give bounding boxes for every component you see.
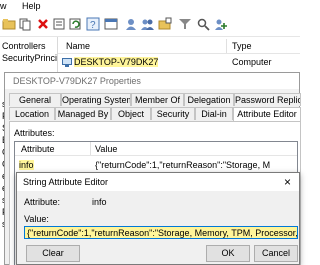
tab-object[interactable]: Object xyxy=(111,107,151,120)
delete-icon[interactable] xyxy=(36,17,50,31)
list-item-name: DESKTOP-V79DK27 xyxy=(74,57,159,67)
close-icon[interactable]: × xyxy=(284,175,291,189)
properties-icon[interactable] xyxy=(52,17,66,31)
computer-icon xyxy=(62,58,72,69)
column-header-attribute[interactable]: Attribute xyxy=(21,144,55,154)
string-attribute-editor-dialog: String Attribute Editor × Attribute: inf… xyxy=(16,172,300,265)
column-header-type[interactable]: Type xyxy=(232,41,252,51)
attribute-value: {"returnCode":1,"returnReason":"Storage,… xyxy=(95,160,271,170)
clear-button[interactable]: Clear xyxy=(26,245,80,262)
attribute-name: info xyxy=(19,160,34,170)
tree-item-controllers[interactable]: Controllers xyxy=(2,41,46,51)
menu-view[interactable]: w xyxy=(0,1,7,11)
table-row[interactable]: info {"returnCode":1,"returnReason":"Sto… xyxy=(15,159,297,171)
user-icon[interactable] xyxy=(124,17,138,31)
copy-icon[interactable] xyxy=(18,17,32,31)
filter-icon[interactable] xyxy=(178,17,192,31)
list-item-type: Computer xyxy=(232,57,272,67)
value-field[interactable]: {"returnCode":1,"returnReason":"Storage,… xyxy=(24,226,298,239)
find-icon[interactable] xyxy=(196,17,210,31)
tab-member-of[interactable]: Member Of xyxy=(131,93,184,106)
add-to-group-icon[interactable] xyxy=(214,17,228,31)
tab-attribute-editor[interactable]: Attribute Editor xyxy=(233,107,301,121)
cancel-button[interactable]: Cancel xyxy=(254,245,298,262)
attributes-label: Attributes: xyxy=(14,128,55,138)
editor-titlebar: String Attribute Editor × xyxy=(17,173,299,191)
column-header-value[interactable]: Value xyxy=(95,144,117,154)
tree-item-security-principals[interactable]: SecurityPrinci xyxy=(2,53,57,63)
tab-security[interactable]: Security xyxy=(151,107,195,120)
menu-help[interactable]: Help xyxy=(22,1,41,11)
refresh-icon[interactable] xyxy=(68,17,82,31)
tab-general[interactable]: General xyxy=(9,93,61,106)
value-field-text: {"returnCode":1,"returnReason":"Storage,… xyxy=(27,228,298,238)
list-header: Name Type xyxy=(58,38,300,54)
column-header-name[interactable]: Name xyxy=(66,41,90,51)
folder-icon[interactable] xyxy=(2,17,16,31)
tab-location[interactable]: Location xyxy=(9,107,55,120)
value-label: Value: xyxy=(24,214,49,224)
editor-title: String Attribute Editor xyxy=(23,177,109,187)
toolbar: ? xyxy=(0,13,300,37)
tab-password-replication[interactable]: Password Replication xyxy=(234,93,301,106)
attribute-value-text: info xyxy=(92,197,107,207)
group-icon[interactable] xyxy=(140,17,154,31)
tab-dial-in[interactable]: Dial-in xyxy=(195,107,233,120)
list-item[interactable]: DESKTOP-V79DK27 Computer xyxy=(58,55,300,69)
help-icon[interactable]: ? xyxy=(86,17,100,31)
new-ou-icon[interactable] xyxy=(158,17,172,31)
properties-title: DESKTOP-V79DK27 Properties xyxy=(13,76,141,86)
svg-text:?: ? xyxy=(90,20,96,31)
attributes-list-header: Attribute Value xyxy=(15,142,297,156)
ok-button[interactable]: OK xyxy=(206,245,250,262)
tab-operating-system[interactable]: Operating System xyxy=(61,93,131,106)
console-icon[interactable] xyxy=(104,17,118,31)
tab-delegation[interactable]: Delegation xyxy=(184,93,234,106)
properties-titlebar: DESKTOP-V79DK27 Properties xyxy=(5,73,299,89)
menu-bar: w Help xyxy=(0,0,300,13)
tab-managed-by[interactable]: Managed By xyxy=(55,107,111,120)
attribute-label: Attribute: xyxy=(24,197,61,207)
